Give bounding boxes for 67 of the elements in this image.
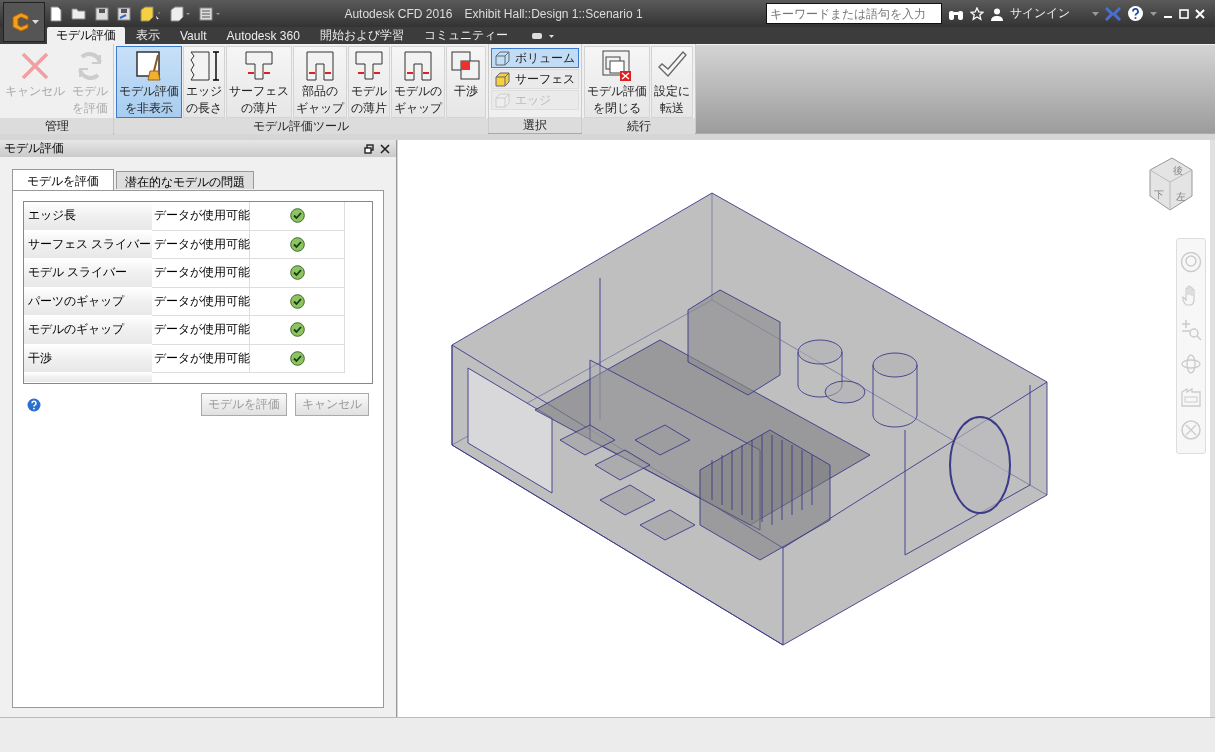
search-field[interactable]: キーワードまたは語句を入力 xyxy=(766,3,942,24)
t-shape-icon xyxy=(242,49,276,83)
restore-icon[interactable] xyxy=(364,143,374,154)
save-icon[interactable] xyxy=(95,6,109,21)
cube-icon xyxy=(495,50,511,66)
ribbon-tab[interactable]: Vault xyxy=(171,27,216,44)
table-cell: データが使用可能 xyxy=(152,287,250,316)
ribbon-button[interactable]: モデル評価を閉じる xyxy=(584,46,650,118)
ruler-edge-icon xyxy=(187,49,221,83)
cube-icon xyxy=(495,71,511,87)
sign-in-link[interactable]: サインイン xyxy=(1010,5,1070,22)
ribbon-tab[interactable]: 表示 xyxy=(127,27,169,44)
overlapping-squares-icon xyxy=(449,49,483,83)
table-cell: データが使用可能 xyxy=(152,202,250,231)
cube-icon[interactable] xyxy=(169,5,191,22)
ribbon-tab[interactable]: 開始および学習 xyxy=(310,27,413,44)
user-icon[interactable] xyxy=(990,6,1004,21)
ribbon-minimize-icon[interactable] xyxy=(530,30,555,41)
close-icon[interactable] xyxy=(380,143,390,154)
panel-title: モデル評価 xyxy=(4,140,64,157)
ribbon-button[interactable]: 干渉 xyxy=(446,46,486,118)
ribbon-group-label: モデル評価ツール xyxy=(114,118,488,134)
cube-icon xyxy=(495,92,511,108)
gap-shape-icon xyxy=(401,49,435,83)
save-as-icon[interactable] xyxy=(117,6,131,21)
ribbon-button[interactable]: モデル評価を非表示 xyxy=(116,46,182,118)
caret-icon[interactable] xyxy=(1092,11,1099,16)
selection-mode-button[interactable]: ボリューム xyxy=(491,48,579,68)
app-name: Autodesk CFD 2016 xyxy=(344,6,453,21)
table-cell: データが使用可能 xyxy=(152,259,250,288)
document-title: Exhibit Hall::Design 1::Scenario 1 xyxy=(464,6,643,21)
table-cell: モデルのギャップ xyxy=(24,316,152,345)
panel-tab[interactable]: モデルを評価 xyxy=(12,169,114,190)
new-file-icon[interactable] xyxy=(49,5,63,22)
gap-shape-icon xyxy=(303,49,337,83)
ribbon-tab[interactable]: コミュニティー xyxy=(414,27,517,44)
app-logo-icon xyxy=(9,11,32,33)
table-cell: データが使用可能 xyxy=(152,316,250,345)
ribbon-button[interactable]: 部品のギャップ xyxy=(293,46,347,118)
table-cell: エッジ長 xyxy=(24,202,152,231)
ribbon-group-label: 続行 xyxy=(582,118,695,134)
caret-icon[interactable] xyxy=(1150,11,1157,16)
window-close-icon xyxy=(600,49,634,83)
caret-icon xyxy=(31,20,39,24)
maximize-icon[interactable] xyxy=(1179,8,1189,19)
ribbon-tab[interactable]: モデル評価 xyxy=(47,27,125,44)
ribbon-button[interactable]: モデルの薄片 xyxy=(348,46,390,118)
ribbon-group-label: 管理 xyxy=(0,118,113,134)
table-cell: データが使用可能 xyxy=(152,344,250,373)
table-cell: データが使用可能 xyxy=(152,230,250,259)
ribbon-button[interactable]: 設定に転送 xyxy=(651,46,693,118)
ribbon-button[interactable]: エッジの長さ xyxy=(183,46,225,118)
ribbon-group-label: 選択 xyxy=(489,117,581,133)
selection-mode-button[interactable]: サーフェス xyxy=(491,69,579,89)
settings-panel-icon[interactable] xyxy=(199,5,221,22)
open-folder-icon[interactable] xyxy=(71,6,87,21)
help-icon[interactable] xyxy=(27,397,41,412)
application-menu-button[interactable] xyxy=(3,2,45,42)
table-cell: モデル スライバー xyxy=(24,259,152,288)
ribbon-tab[interactable]: Autodesk 360 xyxy=(217,27,309,44)
star-icon[interactable] xyxy=(970,6,984,21)
ribbon-button[interactable]: サーフェスの薄片 xyxy=(226,46,292,118)
cube-select-icon[interactable] xyxy=(139,5,161,22)
help-icon[interactable] xyxy=(1127,5,1144,22)
t-shape-icon xyxy=(352,49,386,83)
panel-tab[interactable]: 潜在的なモデルの問題 xyxy=(116,171,254,189)
ribbon-button[interactable]: モデルのギャップ xyxy=(391,46,445,118)
